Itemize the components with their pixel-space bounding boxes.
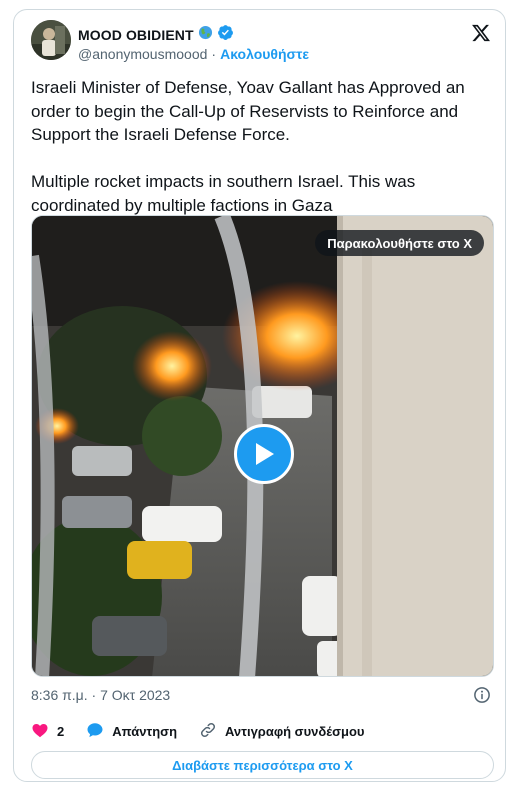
globe-emoji-icon [198, 25, 213, 45]
copy-link-button[interactable]: Αντιγραφή συνδέσμου [199, 721, 364, 742]
author-name-row: MOOD OBIDIENT [78, 24, 234, 46]
tweet-card: MOOD OBIDIENT @anonymousmoood · Ακολουθή… [13, 9, 506, 782]
heart-icon [31, 721, 49, 742]
handle-separator: · [211, 46, 217, 62]
reply-label: Απάντηση [112, 724, 178, 739]
reply-bubble-icon [86, 721, 104, 742]
follow-button[interactable]: Ακολουθήστε [220, 46, 309, 62]
play-icon[interactable] [234, 424, 294, 484]
info-icon[interactable] [473, 686, 491, 704]
author-handle[interactable]: @anonymousmoood [78, 46, 207, 62]
verified-badge-icon [217, 24, 234, 46]
reply-button[interactable]: Απάντηση [86, 721, 177, 742]
like-count: 2 [57, 724, 65, 739]
like-button[interactable]: 2 [31, 721, 64, 742]
avatar-image [31, 20, 71, 60]
tweet-timestamp[interactable]: 8:36 π.μ. · 7 Οκτ 2023 [31, 687, 170, 703]
action-bar: 2 Απάντηση Αντιγραφή συνδέσμου [31, 721, 386, 742]
avatar[interactable] [31, 20, 71, 60]
author-handle-row: @anonymousmoood · Ακολουθήστε [78, 46, 309, 62]
link-icon [199, 721, 217, 742]
video-thumbnail[interactable]: Παρακολουθήστε στο X [31, 215, 494, 677]
copy-link-label: Αντιγραφή συνδέσμου [225, 724, 365, 739]
author-display-name[interactable]: MOOD OBIDIENT [78, 27, 194, 43]
read-more-button[interactable]: Διαβάστε περισσότερα στο X [31, 751, 494, 779]
x-logo-icon[interactable] [471, 23, 491, 43]
watch-on-x-button[interactable]: Παρακολουθήστε στο X [315, 230, 484, 256]
tweet-text: Israeli Minister of Defense, Yoav Gallan… [31, 78, 465, 215]
